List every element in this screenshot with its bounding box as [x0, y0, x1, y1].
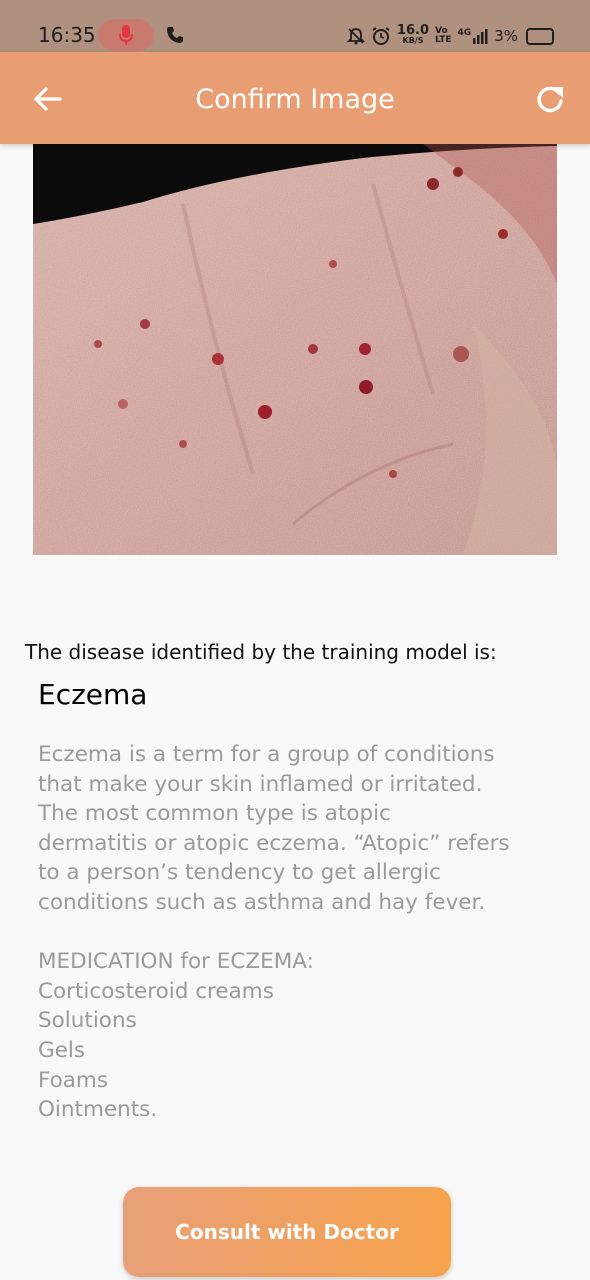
- app-bar: Confirm Image: [0, 52, 590, 144]
- status-bar: 16:35 16.0 KB/S Vo LTE 4G 3%: [0, 0, 590, 52]
- battery-percent: 3%: [494, 27, 518, 45]
- microphone-icon: [119, 25, 133, 45]
- consult-doctor-button[interactable]: Consult with Doctor: [123, 1187, 451, 1277]
- mute-bell-icon: [346, 28, 365, 45]
- alarm-icon: [372, 27, 390, 45]
- disease-description: Eczema is a term for a group of conditio…: [38, 740, 568, 1125]
- description-line: to a person’s tendency to get allergic: [38, 860, 441, 886]
- description-line: that make your skin inflamed or irritate…: [38, 771, 483, 797]
- medication-heading: MEDICATION for ECZEMA:: [38, 949, 314, 975]
- status-time: 16:35: [38, 23, 96, 47]
- description-line: The most common type is atopic: [38, 801, 391, 827]
- refresh-icon[interactable]: [533, 82, 567, 116]
- medication-item: Foams: [38, 1067, 109, 1093]
- signal-4g: 4G: [458, 28, 489, 44]
- description-line: conditions such as asthma and hay fever.: [38, 889, 486, 915]
- result-caption: The disease identified by the training m…: [25, 640, 497, 664]
- medication-item: Gels: [38, 1037, 86, 1063]
- skin-photo: [33, 144, 557, 555]
- battery-icon: [526, 27, 554, 45]
- medication-item: Corticosteroid creams: [38, 978, 274, 1004]
- medication-item: Solutions: [38, 1008, 137, 1034]
- mic-active-indicator: [98, 19, 154, 51]
- page-title: Confirm Image: [195, 84, 395, 115]
- description-line: dermatitis or atopic eczema. “Atopic” re…: [38, 830, 510, 856]
- network-speed: 16.0 KB/S: [396, 23, 429, 45]
- phone-icon: [167, 27, 183, 43]
- medication-item: Ointments.: [38, 1097, 158, 1123]
- volte-indicator: Vo LTE: [435, 26, 452, 45]
- disease-name: Eczema: [38, 678, 148, 711]
- signal-bars-icon: [473, 29, 488, 44]
- status-indicators: 16.0 KB/S Vo LTE 4G 3%: [346, 22, 554, 50]
- description-line: Eczema is a term for a group of conditio…: [38, 742, 495, 767]
